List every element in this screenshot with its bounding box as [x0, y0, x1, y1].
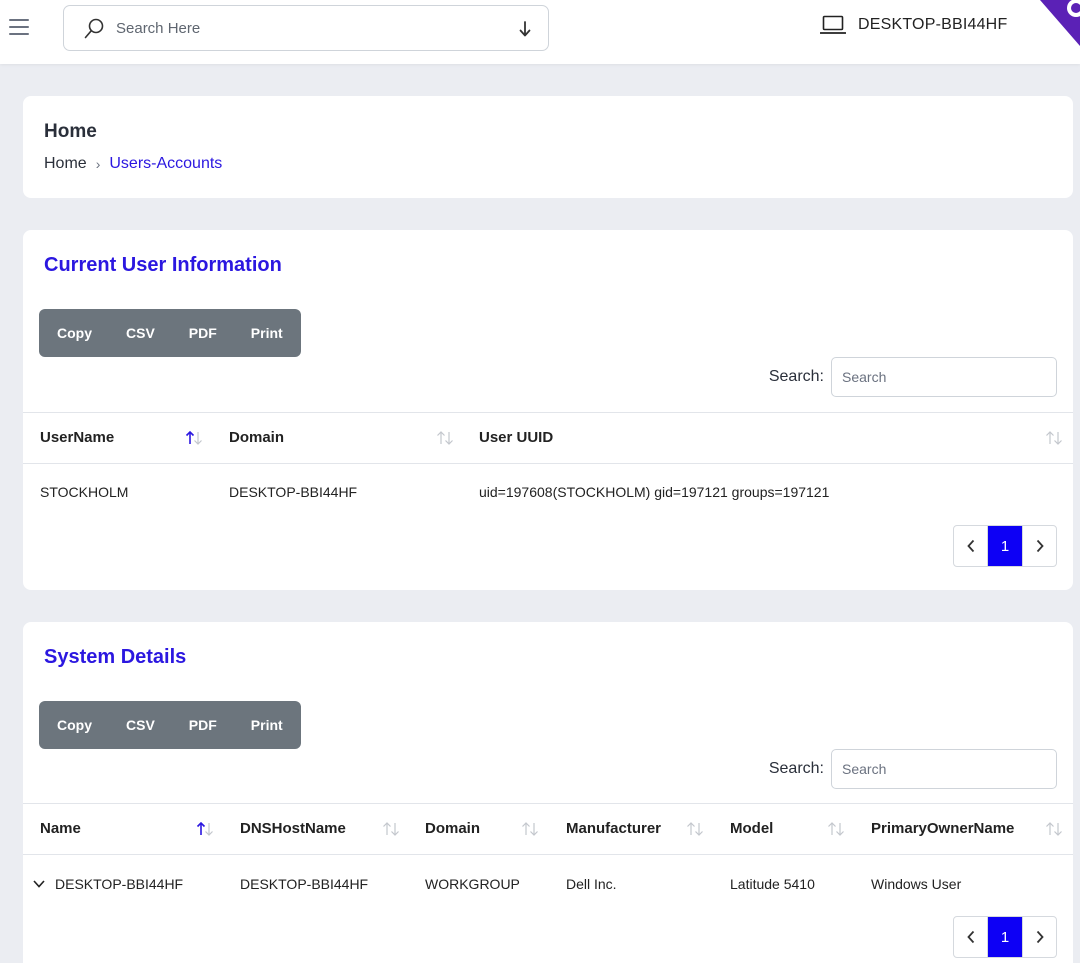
column-header-domain[interactable]: Domain: [229, 413, 284, 463]
page-header-card: Home Home › Users-Accounts: [23, 96, 1073, 198]
pdf-button[interactable]: PDF: [172, 309, 234, 357]
sort-icon[interactable]: [827, 821, 845, 837]
cell-user-uuid: uid=197608(STOCKHOLM) gid=197121 groups=…: [479, 484, 830, 500]
cell-model: Latitude 5410: [730, 876, 815, 892]
cell-primaryownername: Windows User: [871, 876, 962, 892]
column-header-name[interactable]: Name: [40, 804, 81, 854]
breadcrumb: Home › Users-Accounts: [44, 155, 222, 173]
breadcrumb-current[interactable]: Users-Accounts: [109, 155, 222, 173]
cell-domain: DESKTOP-BBI44HF: [229, 484, 358, 500]
section-title: Current User Information: [44, 254, 282, 276]
copy-button[interactable]: Copy: [47, 701, 109, 749]
table-header: UserName Domain User UUID: [23, 412, 1073, 464]
system-details-card: System Details Copy CSV PDF Print Search…: [23, 622, 1073, 963]
export-button-group: Copy CSV PDF Print: [39, 309, 301, 357]
chevron-left-icon: [966, 539, 974, 553]
chevron-down-icon[interactable]: [32, 878, 46, 890]
profile-corner-icon[interactable]: [1024, 0, 1080, 48]
sort-asc-active-icon[interactable]: [185, 430, 203, 446]
column-header-domain[interactable]: Domain: [425, 804, 480, 854]
print-button[interactable]: Print: [234, 701, 293, 749]
next-page-button[interactable]: [1022, 917, 1056, 957]
csv-button[interactable]: CSV: [109, 309, 172, 357]
column-header-model[interactable]: Model: [730, 804, 773, 854]
sort-icon[interactable]: [382, 821, 400, 837]
column-header-username[interactable]: UserName: [40, 413, 114, 463]
top-bar: DESKTOP-BBI44HF: [0, 0, 1080, 64]
breadcrumb-home[interactable]: Home: [44, 155, 87, 173]
section-title: System Details: [44, 646, 187, 668]
table-search: Search:: [769, 357, 1057, 397]
column-header-dnshostname[interactable]: DNSHostName: [240, 804, 346, 854]
sort-icon[interactable]: [436, 430, 454, 446]
sort-icon[interactable]: [1045, 430, 1063, 446]
table-search-input[interactable]: [831, 357, 1057, 397]
pagination: 1: [953, 916, 1057, 958]
search-label: Search:: [768, 368, 824, 385]
page-button-current[interactable]: 1: [988, 917, 1022, 957]
page-title: Home: [44, 121, 97, 142]
table-search-input[interactable]: [831, 749, 1057, 789]
cell-domain: WORKGROUP: [425, 876, 520, 892]
global-search-box[interactable]: [63, 5, 549, 51]
cell-manufacturer: Dell Inc.: [566, 876, 617, 892]
table-search: Search:: [769, 749, 1057, 789]
search-icon: [84, 18, 104, 39]
current-user-card: Current User Information Copy CSV PDF Pr…: [23, 230, 1073, 590]
arrow-down-icon[interactable]: [518, 19, 532, 39]
csv-button[interactable]: CSV: [109, 701, 172, 749]
cell-username: STOCKHOLM: [40, 484, 129, 500]
print-button[interactable]: Print: [234, 309, 293, 357]
page-button-current[interactable]: 1: [988, 526, 1022, 566]
menu-icon[interactable]: [9, 19, 29, 37]
export-button-group: Copy CSV PDF Print: [39, 701, 301, 749]
column-header-user-uuid[interactable]: User UUID: [479, 413, 553, 463]
cell-name: DESKTOP-BBI44HF: [55, 876, 184, 892]
copy-button[interactable]: Copy: [47, 309, 109, 357]
sort-icon[interactable]: [1045, 821, 1063, 837]
chevron-right-icon: [1036, 539, 1044, 553]
cell-dnshostname: DESKTOP-BBI44HF: [240, 876, 369, 892]
table-row[interactable]: DESKTOP-BBI44HF DESKTOP-BBI44HF WORKGROU…: [23, 855, 1073, 913]
next-page-button[interactable]: [1022, 526, 1056, 566]
table-header: Name DNSHostName Domain Manufacturer Mod…: [23, 803, 1073, 855]
table-row[interactable]: STOCKHOLM DESKTOP-BBI44HF uid=197608(STO…: [23, 463, 1073, 521]
pdf-button[interactable]: PDF: [172, 701, 234, 749]
device-name: DESKTOP-BBI44HF: [858, 16, 1008, 33]
device-indicator[interactable]: DESKTOP-BBI44HF: [820, 10, 1007, 40]
sort-icon[interactable]: [686, 821, 704, 837]
global-search-input[interactable]: [116, 14, 496, 42]
column-header-primaryownername[interactable]: PrimaryOwnerName: [871, 804, 1014, 854]
laptop-icon: [820, 15, 846, 34]
previous-page-button[interactable]: [954, 526, 988, 566]
sort-icon[interactable]: [521, 821, 539, 837]
breadcrumb-separator: ›: [95, 156, 101, 172]
previous-page-button[interactable]: [954, 917, 988, 957]
search-label: Search:: [768, 760, 824, 777]
chevron-right-icon: [1036, 930, 1044, 944]
pagination: 1: [953, 525, 1057, 567]
sort-asc-active-icon[interactable]: [196, 821, 214, 837]
column-header-manufacturer[interactable]: Manufacturer: [566, 804, 661, 854]
chevron-left-icon: [966, 930, 974, 944]
